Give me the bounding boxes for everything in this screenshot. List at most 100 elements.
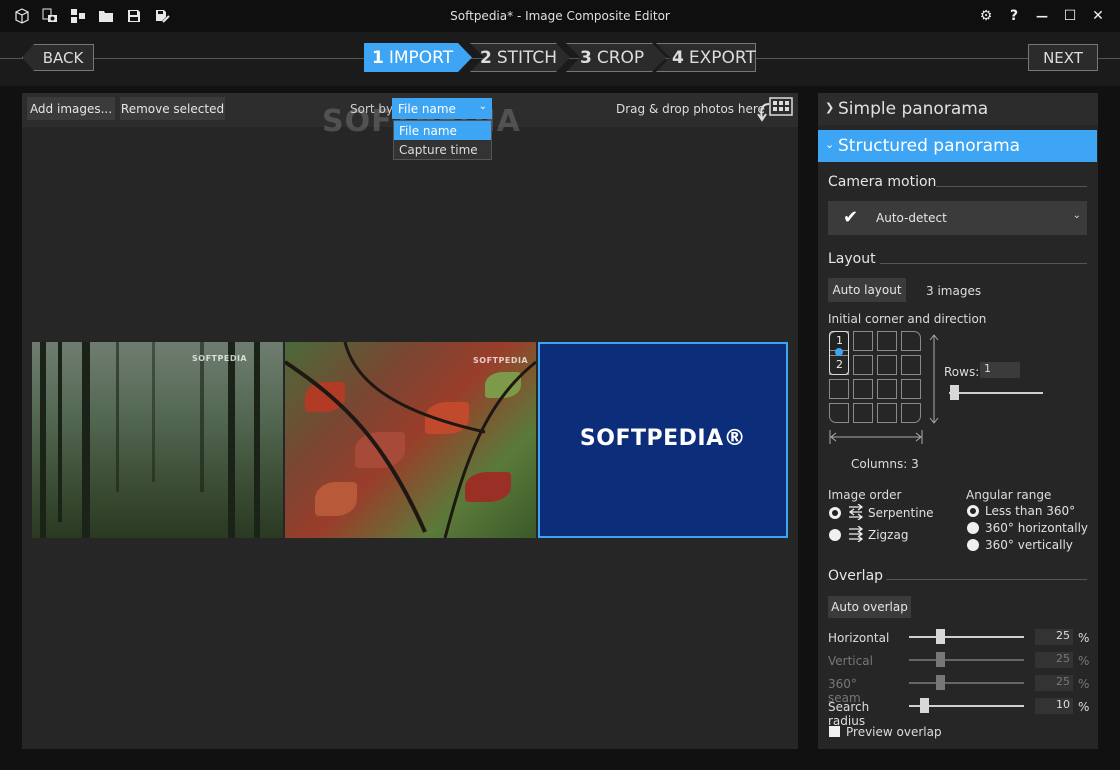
grid-cell[interactable] (853, 379, 873, 399)
remove-selected-button[interactable]: Remove selected (120, 97, 225, 120)
step-export[interactable]: 4 EXPORT (656, 43, 756, 72)
thumbnail-softpedia-logo[interactable]: SOFTPEDIA® (538, 342, 788, 538)
grid-cell[interactable] (853, 355, 873, 375)
image-count: 3 images (926, 284, 982, 298)
camera-motion-dropdown[interactable]: ✔ Auto-detect ⌄ (828, 201, 1087, 235)
initial-corner-label: Initial corner and direction (828, 312, 987, 326)
step-import[interactable]: 1 IMPORT (364, 43, 472, 72)
less-than-360-radio[interactable] (967, 505, 979, 517)
step-number: 4 (672, 47, 684, 68)
sort-option-capture-time[interactable]: Capture time (394, 140, 491, 159)
add-images-button[interactable]: Add images... (27, 97, 115, 120)
percent-unit: % (1078, 654, 1090, 668)
columns-label: Columns: 3 (851, 457, 919, 471)
vertical-overlap-value[interactable]: 25 (1035, 652, 1073, 668)
tree-trunk (58, 342, 62, 522)
slider-handle[interactable] (936, 629, 945, 644)
search-radius-label: Search radius (828, 700, 870, 728)
slider-handle[interactable] (936, 675, 945, 690)
grid-cell[interactable] (853, 331, 873, 351)
open-folder-icon[interactable] (96, 6, 116, 26)
thumbnail-forest[interactable]: SOFTPEDIA (32, 342, 283, 538)
grid-cell[interactable] (901, 379, 921, 399)
thumbnail-leaves[interactable]: SOFTPEDIA (285, 342, 536, 538)
grid-cell[interactable] (829, 379, 849, 399)
help-icon[interactable]: ? (1002, 6, 1026, 26)
corner-direction-grid[interactable]: 1 2 (829, 331, 924, 426)
structured-panorama-label: Structured panorama (838, 136, 1021, 156)
360-horizontally-radio[interactable] (967, 522, 979, 534)
tree-trunk (82, 342, 90, 538)
zigzag-icon (849, 526, 864, 542)
tree-trunk (152, 342, 155, 482)
grid-cell[interactable] (877, 331, 897, 351)
rows-slider[interactable] (949, 385, 1043, 401)
sort-by-dropdown[interactable]: File name ⌄ (392, 98, 492, 119)
sort-by-label: Sort by (350, 102, 394, 116)
chevron-down-icon: ⌄ (825, 138, 835, 151)
serpentine-radio[interactable] (829, 507, 841, 519)
grid-cell[interactable] (901, 331, 921, 351)
step-stitch[interactable]: 2 STITCH (470, 43, 570, 72)
percent-unit: % (1078, 700, 1090, 714)
minimize-icon[interactable]: — (1030, 6, 1054, 26)
image-order-heading: Image order (828, 488, 902, 502)
grid-cell[interactable] (877, 403, 897, 423)
camera-motion-value: Auto-detect (876, 211, 947, 225)
grid-cell[interactable] (877, 379, 897, 399)
section-divider (936, 186, 1087, 187)
360-vertically-radio[interactable] (967, 539, 979, 551)
save-icon[interactable] (124, 6, 144, 26)
import-images-icon[interactable] (68, 6, 88, 26)
grid-marker-2: 2 (836, 358, 843, 371)
slider-track (909, 636, 1024, 638)
tree-trunk (116, 342, 119, 492)
zigzag-radio[interactable] (829, 529, 841, 541)
360-seam-slider[interactable] (909, 675, 1024, 691)
auto-overlap-button[interactable]: Auto overlap (828, 596, 911, 618)
chevron-down-icon: ⌄ (478, 101, 487, 112)
grid-cell[interactable] (877, 355, 897, 375)
horizontal-overlap-slider[interactable] (909, 629, 1024, 645)
360-horizontally-label: 360° horizontally (985, 521, 1089, 535)
serpentine-icon (848, 504, 864, 520)
section-divider (880, 263, 1087, 264)
close-icon[interactable]: ✕ (1086, 6, 1110, 26)
new-project-icon[interactable] (12, 6, 32, 26)
auto-layout-button[interactable]: Auto layout (828, 278, 906, 302)
import-camera-icon[interactable] (40, 6, 60, 26)
preview-overlap-checkbox[interactable] (829, 726, 840, 737)
grid-cell[interactable] (901, 403, 921, 423)
simple-panorama-section[interactable]: ❯ Simple panorama (818, 93, 1098, 125)
back-button[interactable]: BACK (22, 44, 94, 71)
tree-trunk (228, 342, 235, 538)
settings-gear-icon[interactable]: ⚙ (974, 6, 998, 26)
step-number: 1 (372, 47, 384, 68)
slider-handle[interactable] (936, 652, 945, 667)
branch-lines (285, 342, 536, 538)
slider-handle[interactable] (920, 698, 929, 713)
save-as-icon[interactable] (152, 6, 172, 26)
grid-cell[interactable] (829, 403, 849, 423)
structured-panorama-section[interactable]: ⌄ Structured panorama (818, 130, 1097, 162)
step-crop[interactable]: 3 CROP (566, 43, 666, 72)
serpentine-label: Serpentine (868, 506, 934, 520)
vertical-overlap-slider[interactable] (909, 652, 1024, 668)
rows-input[interactable]: 1 (980, 362, 1020, 378)
slider-handle[interactable] (950, 385, 959, 400)
next-button[interactable]: NEXT (1028, 44, 1098, 71)
search-radius-slider[interactable] (909, 698, 1024, 714)
grid-cell[interactable] (901, 355, 921, 375)
search-radius-value[interactable]: 10 (1035, 698, 1073, 714)
maximize-icon[interactable]: ☐ (1058, 6, 1082, 26)
grid-cell[interactable] (853, 403, 873, 423)
step-label: IMPORT (388, 47, 454, 68)
horizontal-overlap-value[interactable]: 25 (1035, 629, 1073, 645)
layout-heading: Layout (828, 251, 876, 267)
grid-marker-1: 1 (836, 334, 843, 347)
chevron-down-icon: ⌄ (1072, 210, 1081, 221)
sort-option-file-name[interactable]: File name (394, 121, 491, 140)
zigzag-label: Zigzag (868, 528, 909, 542)
360-seam-value[interactable]: 25 (1035, 675, 1073, 691)
step-label: CROP (596, 47, 645, 68)
